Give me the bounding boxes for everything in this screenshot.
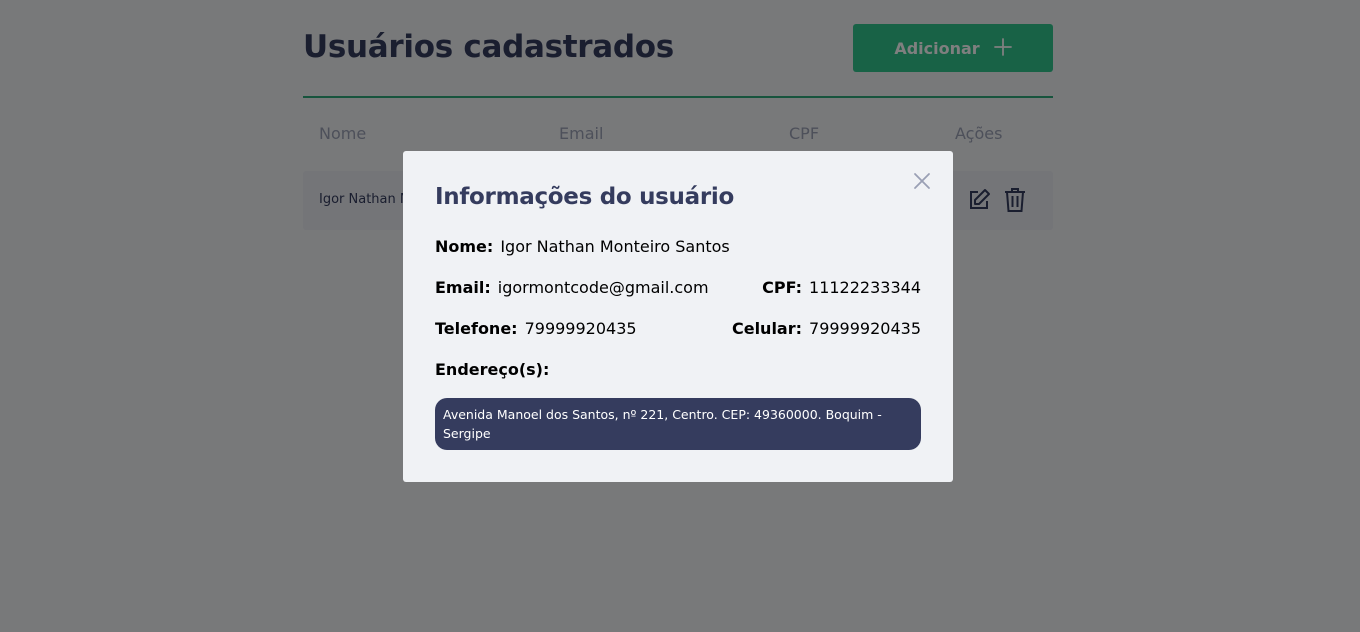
name-label: Nome:: [435, 237, 494, 256]
phone-value: 79999920435: [524, 319, 637, 338]
name-value: Igor Nathan Monteiro Santos: [500, 237, 730, 256]
modal-title: Informações do usuário: [435, 184, 734, 210]
user-info-modal: Informações do usuário Nome: Igor Nathan …: [403, 151, 953, 482]
mobile-value: 79999920435: [809, 319, 921, 338]
addresses-label: Endereço(s):: [435, 360, 550, 379]
user-phone-field: Telefone: 79999920435: [435, 319, 637, 338]
close-icon[interactable]: [913, 172, 931, 190]
phone-label: Telefone:: [435, 319, 518, 338]
email-value: igormontcode@gmail.com: [497, 278, 709, 297]
cpf-value: 11122233344: [809, 278, 921, 297]
user-cpf-field: CPF: 11122233344: [762, 278, 921, 297]
user-mobile-field: Celular: 79999920435: [732, 319, 921, 338]
email-label: Email:: [435, 278, 491, 297]
addresses-field: Endereço(s):: [435, 360, 556, 379]
user-email-field: Email: igormontcode@gmail.com: [435, 278, 709, 297]
address-item: Avenida Manoel dos Santos, nº 221, Centr…: [435, 398, 921, 450]
user-name-field: Nome: Igor Nathan Monteiro Santos: [435, 237, 730, 256]
mobile-label: Celular:: [731, 319, 803, 338]
cpf-label: CPF:: [762, 278, 803, 297]
